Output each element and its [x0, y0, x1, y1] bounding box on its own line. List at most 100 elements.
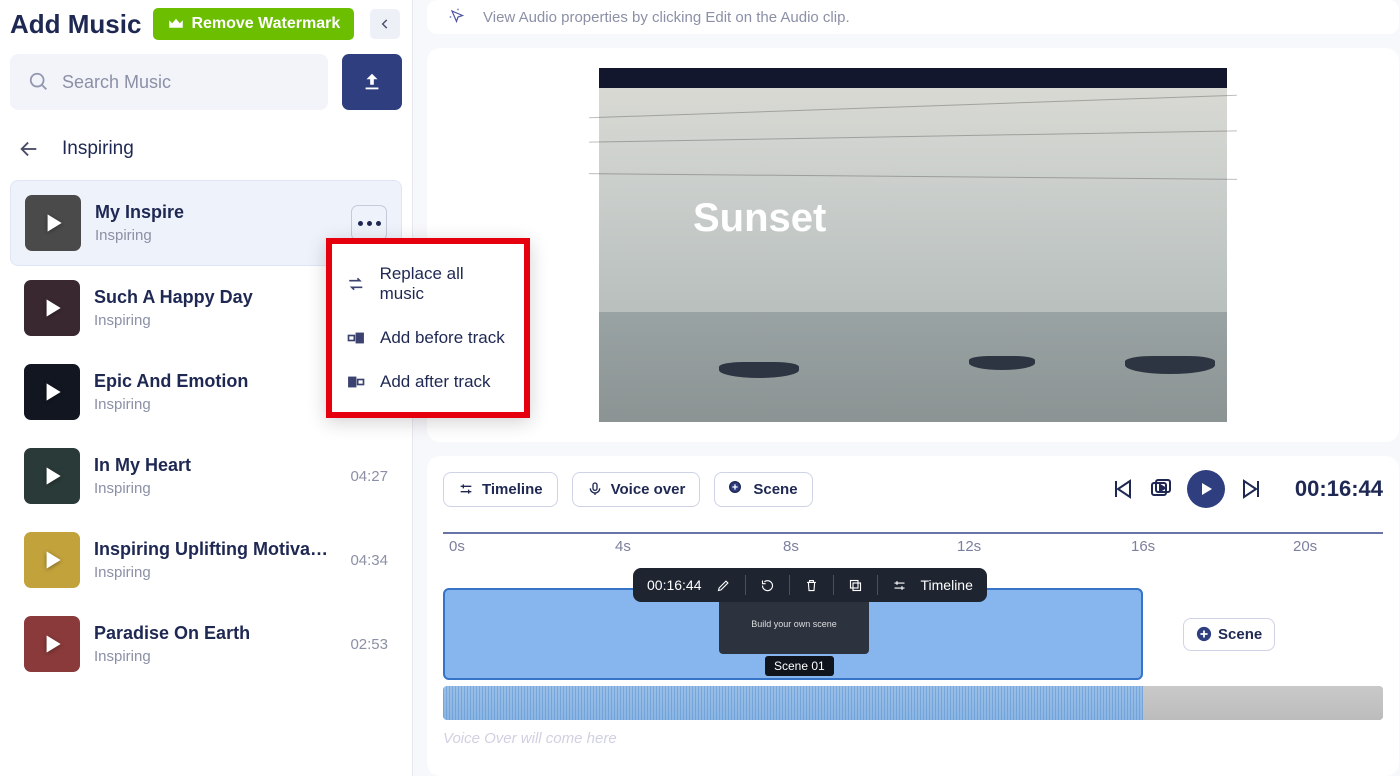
- preview-card: Sunset: [427, 48, 1399, 442]
- voice-over-button[interactable]: Voice over: [572, 472, 701, 507]
- clip-time: 00:16:44: [647, 577, 702, 593]
- track-more-button[interactable]: [351, 205, 387, 241]
- play-icon: [1198, 481, 1214, 497]
- video-preview[interactable]: Sunset: [599, 68, 1227, 422]
- track-item[interactable]: In My Heart Inspiring 04:27: [10, 434, 402, 518]
- timeline-button[interactable]: Timeline: [443, 472, 558, 507]
- track-category: Inspiring: [94, 312, 330, 329]
- search-row: Search Music: [10, 54, 402, 110]
- sidebar: Add Music Remove Watermark Search Music …: [0, 0, 413, 776]
- track-thumb[interactable]: [24, 280, 80, 336]
- scene-label: Scene 01: [765, 656, 834, 676]
- tool-row: Timeline Voice over Scene 00:16:44: [443, 470, 1383, 508]
- skip-back-button[interactable]: [1111, 477, 1135, 501]
- timeline-ruler[interactable]: 0s 4s 8s 12s 16s 20s: [443, 532, 1383, 566]
- hint-bar: View Audio properties by clicking Edit o…: [427, 0, 1399, 34]
- sliders-icon: [458, 481, 474, 497]
- chevron-left-icon: [378, 17, 392, 31]
- remove-watermark-button[interactable]: Remove Watermark: [153, 8, 354, 40]
- search-input[interactable]: Search Music: [10, 54, 328, 110]
- track-item[interactable]: Inspiring Uplifting Motivational Co... In…: [10, 518, 402, 602]
- timeline-body: 00:16:44 Timeline Build your own scene S…: [443, 588, 1383, 747]
- ruler-tick: 4s: [615, 538, 631, 555]
- clip-toolbar: 00:16:44 Timeline: [633, 568, 987, 602]
- ctx-item-label: Add after track: [380, 372, 491, 392]
- track-category: Inspiring: [95, 227, 337, 244]
- play-icon: [39, 547, 65, 573]
- play-icon: [40, 210, 66, 236]
- mic-icon: [587, 481, 603, 497]
- pencil-icon[interactable]: [716, 578, 731, 593]
- refresh-icon[interactable]: [760, 578, 775, 593]
- add-before-icon: [346, 328, 366, 348]
- category-back[interactable]: Inspiring: [10, 132, 402, 180]
- trash-icon[interactable]: [804, 578, 819, 593]
- plus-circle-icon: [729, 481, 745, 497]
- add-scene-button[interactable]: Scene: [714, 472, 812, 507]
- voiceover-placeholder: Voice Over will come here: [443, 730, 1383, 747]
- page-title: Add Music: [10, 9, 141, 40]
- track-thumb[interactable]: [24, 616, 80, 672]
- label: Voice over: [611, 481, 686, 498]
- track-category: Inspiring: [94, 564, 330, 581]
- label: Timeline: [482, 481, 543, 498]
- track-duration: 02:53: [344, 636, 388, 653]
- sidebar-header: Add Music Remove Watermark: [10, 8, 402, 40]
- play-icon: [39, 295, 65, 321]
- track-name: In My Heart: [94, 455, 330, 476]
- track-name: Paradise On Earth: [94, 623, 330, 644]
- play-icon: [39, 631, 65, 657]
- upload-button[interactable]: [342, 54, 402, 110]
- scene-thumb-text: Build your own scene: [751, 619, 837, 629]
- track-category: Inspiring: [94, 480, 330, 497]
- track-item[interactable]: Paradise On Earth Inspiring 02:53: [10, 602, 402, 686]
- track-context-menu: Replace all music Add before track Add a…: [326, 238, 530, 418]
- track-name: My Inspire: [95, 202, 337, 223]
- label: Scene: [753, 481, 797, 498]
- play-button[interactable]: [1187, 470, 1225, 508]
- timecode: 00:16:44: [1295, 476, 1383, 502]
- cursor-click-icon: [449, 8, 467, 26]
- sliders-icon[interactable]: [892, 578, 907, 593]
- upload-icon: [361, 71, 383, 93]
- copy-icon[interactable]: [848, 578, 863, 593]
- search-icon: [28, 71, 50, 93]
- skip-forward-button[interactable]: [1239, 477, 1263, 501]
- ctx-item-label: Add before track: [380, 328, 505, 348]
- track-name: Inspiring Uplifting Motivational Co...: [94, 539, 330, 560]
- track-thumb[interactable]: [24, 532, 80, 588]
- timeline-card: Timeline Voice over Scene 00:16:44 0s 4s…: [427, 456, 1399, 776]
- track-thumb[interactable]: [24, 364, 80, 420]
- add-after-icon: [346, 372, 366, 392]
- ruler-tick: 16s: [1131, 538, 1155, 555]
- ctx-item-label: Replace all music: [380, 264, 510, 304]
- arrow-left-icon: [18, 138, 40, 160]
- ruler-tick: 20s: [1293, 538, 1317, 555]
- ruler-tick: 8s: [783, 538, 799, 555]
- track-name: Such A Happy Day: [94, 287, 330, 308]
- play-icon: [39, 463, 65, 489]
- ctx-add-after-track[interactable]: Add after track: [332, 360, 524, 404]
- track-thumb[interactable]: [24, 448, 80, 504]
- label: Scene: [1218, 626, 1262, 643]
- play-icon: [39, 379, 65, 405]
- track-info: My Inspire Inspiring: [95, 202, 337, 244]
- add-scene-inline-button[interactable]: Scene: [1183, 618, 1275, 651]
- track-duration: 04:27: [344, 468, 388, 485]
- crown-icon: [167, 15, 185, 33]
- search-placeholder: Search Music: [62, 72, 171, 93]
- collapse-panel-button[interactable]: [370, 9, 400, 39]
- track-thumb[interactable]: [25, 195, 81, 251]
- ruler-tick: 12s: [957, 538, 981, 555]
- ruler-tick: 0s: [449, 538, 465, 555]
- preview-scene-button[interactable]: [1149, 477, 1173, 501]
- audio-clip[interactable]: [443, 686, 1383, 720]
- remove-watermark-label: Remove Watermark: [191, 15, 340, 33]
- ctx-add-before-track[interactable]: Add before track: [332, 316, 524, 360]
- ctx-replace-all-music[interactable]: Replace all music: [332, 252, 524, 316]
- track-category: Inspiring: [94, 648, 330, 665]
- main: View Audio properties by clicking Edit o…: [413, 0, 1400, 776]
- hint-text: View Audio properties by clicking Edit o…: [483, 9, 850, 26]
- track-category: Inspiring: [94, 396, 330, 413]
- preview-overlay-text: Sunset: [693, 196, 826, 241]
